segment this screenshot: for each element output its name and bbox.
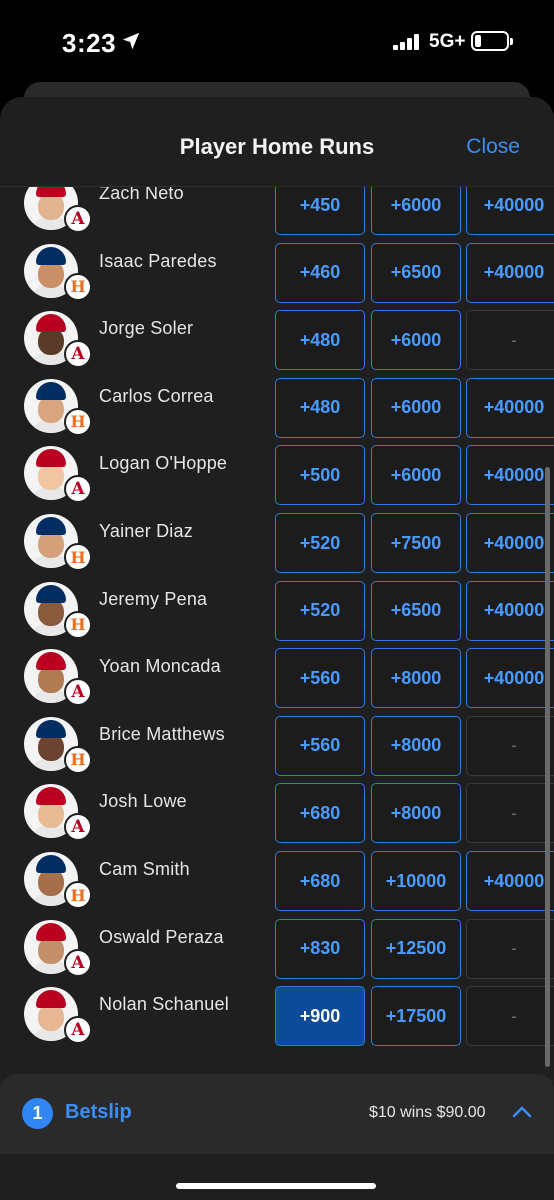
odds-button[interactable]: +6000 bbox=[371, 445, 461, 506]
odds-button[interactable]: +460 bbox=[275, 242, 365, 303]
odds-button[interactable]: +830 bbox=[275, 918, 365, 979]
player-row: A Zach Neto +450 +6000 +40000 bbox=[0, 187, 554, 241]
status-time: 3:23 bbox=[62, 28, 117, 58]
player-name: Yoan Moncada bbox=[99, 656, 221, 677]
player-row: A Logan O'Hoppe +500 +6000 +40000 bbox=[0, 445, 554, 511]
chevron-up-icon[interactable] bbox=[512, 1104, 532, 1118]
odds-button[interactable]: +900 bbox=[275, 986, 365, 1047]
astros-logo-icon: H bbox=[64, 881, 92, 909]
odds-button[interactable]: +40000 bbox=[466, 242, 554, 303]
player-row: H Jeremy Pena +520 +6500 +40000 bbox=[0, 580, 554, 647]
player-name: Nolan Schanuel bbox=[99, 994, 229, 1015]
odds-button: - bbox=[466, 918, 554, 979]
angels-logo-icon: A bbox=[64, 205, 92, 233]
astros-logo-icon: H bbox=[64, 745, 92, 774]
player-row: A Oswald Peraza +830 +12500- bbox=[0, 918, 554, 985]
odds-button[interactable]: +500 bbox=[275, 445, 365, 506]
player-odds-list[interactable]: A Zach Neto +450 +6000 +40000 H Isaac Paredes +… bbox=[0, 187, 554, 1067]
angels-logo-icon: A bbox=[64, 948, 92, 977]
betslip-label[interactable]: Betslip bbox=[65, 1101, 132, 1124]
betslip-count-badge: 1 bbox=[22, 1098, 53, 1129]
player-name: Isaac Paredes bbox=[99, 250, 217, 271]
odds-button[interactable]: +560 bbox=[275, 715, 365, 776]
player-row: H Yainer Diaz +520 +7500 +40000 bbox=[0, 513, 554, 579]
scrollbar[interactable] bbox=[545, 467, 550, 1067]
angels-logo-icon: A bbox=[64, 813, 92, 842]
sheet-header: Player Home Runs Close bbox=[0, 97, 554, 187]
player-name: Jorge Soler bbox=[99, 318, 194, 339]
player-name: Cam Smith bbox=[99, 859, 190, 879]
odds-button[interactable]: +40000 bbox=[466, 513, 554, 573]
player-row: H Brice Matthews +560 +8000- bbox=[0, 715, 554, 782]
status-bar: 3:23 5G+ bbox=[0, 0, 554, 88]
odds-button[interactable]: +10000 bbox=[371, 851, 461, 911]
odds-button: - bbox=[466, 986, 554, 1047]
astros-logo-icon: H bbox=[64, 407, 92, 436]
player-name: Jeremy Pena bbox=[99, 588, 208, 609]
odds-button[interactable]: +8000 bbox=[371, 648, 461, 709]
odds-button[interactable]: +520 bbox=[275, 513, 365, 573]
odds-button[interactable]: +40000 bbox=[466, 445, 554, 506]
odds-button[interactable]: +560 bbox=[275, 648, 365, 709]
angels-logo-icon: A bbox=[64, 475, 92, 504]
odds-button[interactable]: +6500 bbox=[371, 580, 461, 641]
odds-button[interactable]: +40000 bbox=[466, 377, 554, 438]
player-name: Yainer Diaz bbox=[99, 521, 193, 541]
battery-icon bbox=[471, 31, 513, 51]
player-name: Carlos Correa bbox=[99, 385, 214, 406]
odds-button[interactable]: +40000 bbox=[466, 580, 554, 641]
odds-button: - bbox=[466, 310, 554, 371]
odds-button[interactable]: +6000 bbox=[371, 377, 461, 438]
angels-logo-icon: A bbox=[64, 1016, 92, 1045]
astros-logo-icon: H bbox=[64, 610, 92, 639]
player-row: A Josh Lowe +680 +8000- bbox=[0, 783, 554, 849]
odds-button[interactable]: +8000 bbox=[371, 783, 461, 844]
odds-button[interactable]: +6000 bbox=[371, 310, 461, 371]
player-row: H Isaac Paredes +460 +6500 +40000 bbox=[0, 242, 554, 309]
odds-button[interactable]: +450 bbox=[275, 187, 365, 235]
odds-button[interactable]: +680 bbox=[275, 851, 365, 911]
odds-button: - bbox=[466, 783, 554, 844]
player-row: A Jorge Soler +480 +6000- bbox=[0, 310, 554, 376]
odds-button[interactable]: +7500 bbox=[371, 513, 461, 573]
angels-logo-icon: A bbox=[64, 340, 92, 369]
network-type: 5G+ bbox=[429, 31, 466, 52]
angels-logo-icon: A bbox=[64, 678, 92, 707]
close-button[interactable]: Close bbox=[466, 135, 520, 159]
odds-button[interactable]: +40000 bbox=[466, 187, 554, 235]
odds-button: - bbox=[466, 715, 554, 776]
odds-button[interactable]: +17500 bbox=[371, 986, 461, 1047]
odds-button[interactable]: +520 bbox=[275, 580, 365, 641]
odds-button[interactable]: +480 bbox=[275, 310, 365, 371]
betslip-bar[interactable]: 1 Betslip $10 wins $90.00 bbox=[0, 1074, 554, 1154]
player-row: A Yoan Moncada +560 +8000 +40000 bbox=[0, 648, 554, 714]
odds-button[interactable]: +6500 bbox=[371, 242, 461, 303]
bottom-safe-area bbox=[0, 1154, 554, 1200]
astros-logo-icon: H bbox=[64, 272, 92, 301]
location-arrow-icon bbox=[122, 32, 140, 50]
astros-logo-icon: H bbox=[64, 543, 92, 571]
player-row: A Nolan Schanuel +900 +17500- bbox=[0, 986, 554, 1052]
player-name: Zach Neto bbox=[99, 187, 184, 203]
player-home-runs-sheet: Player Home Runs Close A Zach Neto +450 +60… bbox=[0, 97, 554, 1200]
player-name: Logan O'Hoppe bbox=[99, 453, 228, 474]
odds-button[interactable]: +680 bbox=[275, 783, 365, 844]
odds-button[interactable]: +8000 bbox=[371, 715, 461, 776]
player-row: H Cam Smith +680 +10000 +40000 bbox=[0, 851, 554, 917]
cellular-signal-icon bbox=[393, 34, 423, 50]
betslip-summary: $10 wins $90.00 bbox=[369, 1104, 486, 1121]
player-row: H Carlos Correa +480 +6000 +40000 bbox=[0, 377, 554, 444]
odds-button[interactable]: +480 bbox=[275, 377, 365, 438]
odds-button[interactable]: +6000 bbox=[371, 187, 461, 235]
player-name: Brice Matthews bbox=[99, 723, 225, 744]
home-indicator bbox=[176, 1183, 376, 1189]
odds-button[interactable]: +40000 bbox=[466, 851, 554, 911]
odds-button[interactable]: +40000 bbox=[466, 648, 554, 709]
odds-button[interactable]: +12500 bbox=[371, 918, 461, 979]
player-name: Oswald Peraza bbox=[99, 926, 224, 947]
player-name: Josh Lowe bbox=[99, 791, 187, 812]
